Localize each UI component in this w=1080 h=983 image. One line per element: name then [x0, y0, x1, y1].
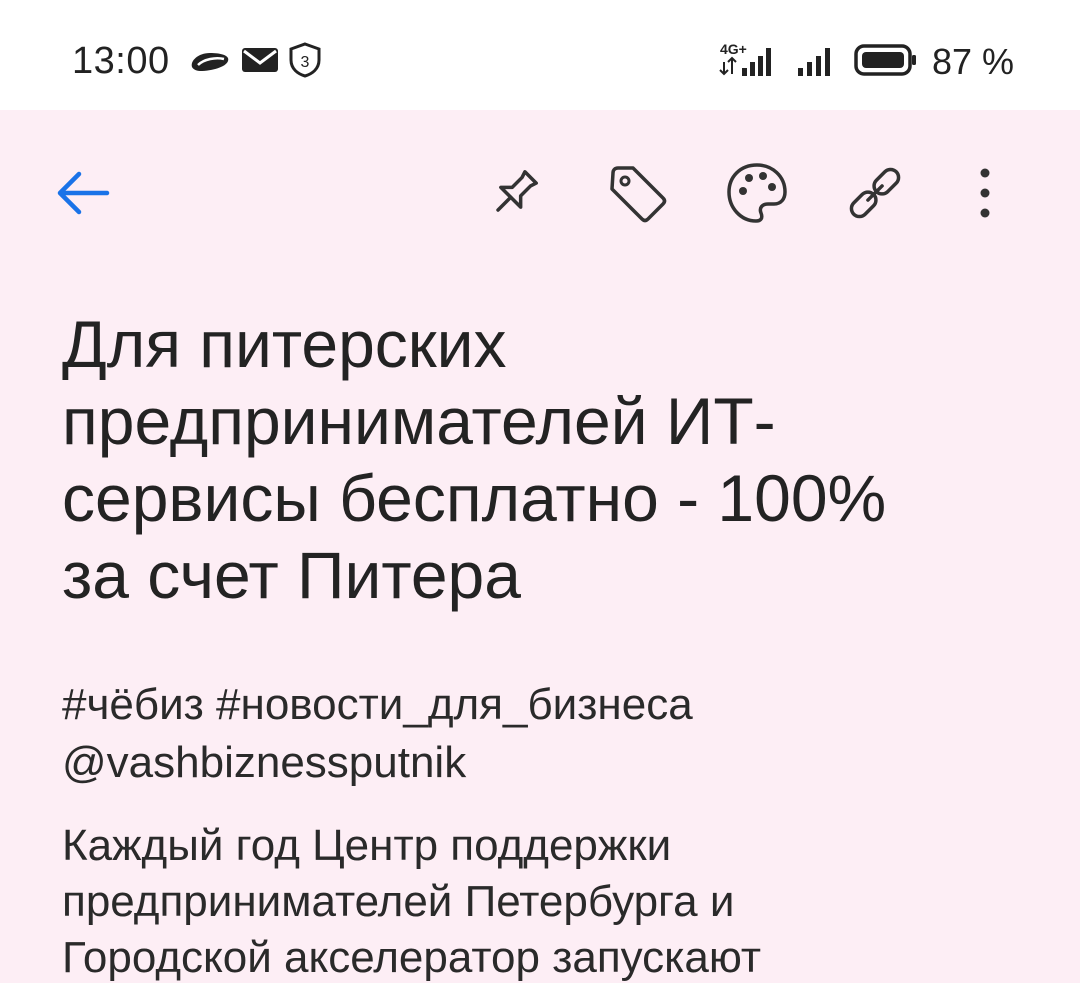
back-arrow-icon: [53, 163, 113, 228]
note-body-line: Каждый год Центр поддержки: [62, 821, 672, 870]
more-vert-icon: [975, 165, 995, 226]
more-options-button[interactable]: [950, 160, 1020, 230]
note-body-line: Городской акселератор запускают: [62, 933, 762, 982]
note-tags[interactable]: #чёбиз #новости_для_бизнеса @vashbizness…: [62, 676, 1022, 792]
note-tags-line: @vashbiznessputnik: [62, 738, 467, 787]
pin-icon: [483, 161, 547, 230]
shield-badge-icon: 3: [288, 41, 322, 83]
note-title-line: за счет Питера: [62, 538, 521, 612]
network-label: 4G+: [720, 41, 747, 57]
color-palette-button[interactable]: [722, 160, 792, 230]
note-tags-line: #чёбиз #новости_для_бизнеса: [62, 680, 693, 729]
mail-icon: [240, 45, 280, 80]
note-toolbar: [0, 140, 1080, 250]
note-title[interactable]: Для питерских предпринимателей ИТ- серви…: [62, 306, 1022, 614]
label-icon: [605, 161, 669, 230]
note-title-line: Для питерских: [62, 307, 507, 381]
notification-badge: 3: [301, 54, 310, 71]
battery-percent: 87 %: [931, 41, 1014, 82]
signal-4g-icon: 4G+: [718, 40, 780, 85]
status-bar: 13:00 3 4G+ 87 %: [0, 0, 1080, 110]
link-button[interactable]: [840, 160, 910, 230]
status-icons-right: 4G+ 87 %: [718, 40, 1014, 84]
note-body[interactable]: Каждый год Центр поддержки предпринимате…: [62, 818, 1022, 983]
status-time: 13:00: [72, 40, 170, 82]
link-icon: [843, 161, 907, 230]
cloud-icon: [188, 45, 232, 80]
status-icons-left: 3: [188, 41, 322, 83]
label-button[interactable]: [602, 160, 672, 230]
note-title-line: сервисы бесплатно - 100%: [62, 461, 887, 535]
signal-icon: [794, 40, 840, 85]
palette-icon: [725, 161, 789, 230]
pin-button[interactable]: [480, 160, 550, 230]
back-button[interactable]: [48, 160, 118, 230]
note-title-line: предпринимателей ИТ-: [62, 384, 776, 458]
note-body-line: предпринимателей Петербурга и: [62, 877, 735, 926]
battery-icon: [854, 42, 918, 83]
